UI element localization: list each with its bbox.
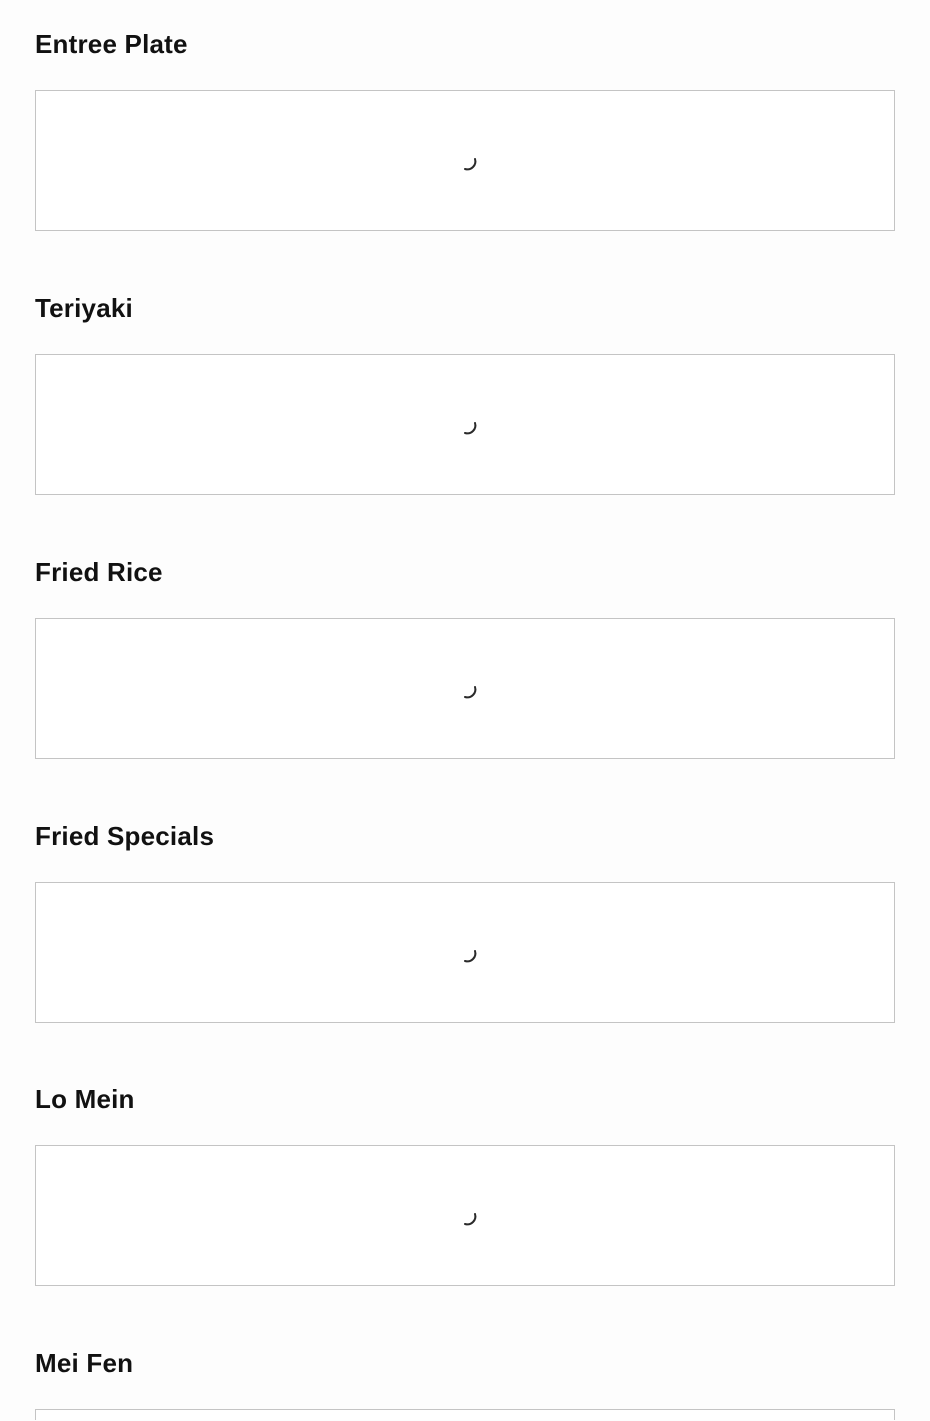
menu-items-panel <box>35 1145 895 1286</box>
loading-spinner-icon <box>461 417 481 437</box>
menu-items-panel <box>35 90 895 231</box>
section-title: Fried Specials <box>35 821 215 851</box>
section-title: Entree Plate <box>35 29 188 59</box>
loading-spinner-icon <box>461 1208 481 1228</box>
loading-spinner-icon <box>461 945 481 965</box>
menu-items-panel <box>35 882 895 1023</box>
menu-items-panel <box>35 1409 895 1420</box>
section-title: Fried Rice <box>35 557 163 587</box>
section-title: Mei Fen <box>35 1348 134 1378</box>
loading-spinner-icon <box>461 153 481 173</box>
section-title: Lo Mein <box>35 1084 135 1114</box>
menu-items-panel <box>35 618 895 759</box>
section-title: Teriyaki <box>35 293 133 323</box>
loading-spinner-icon <box>461 681 481 701</box>
menu-items-panel <box>35 354 895 495</box>
